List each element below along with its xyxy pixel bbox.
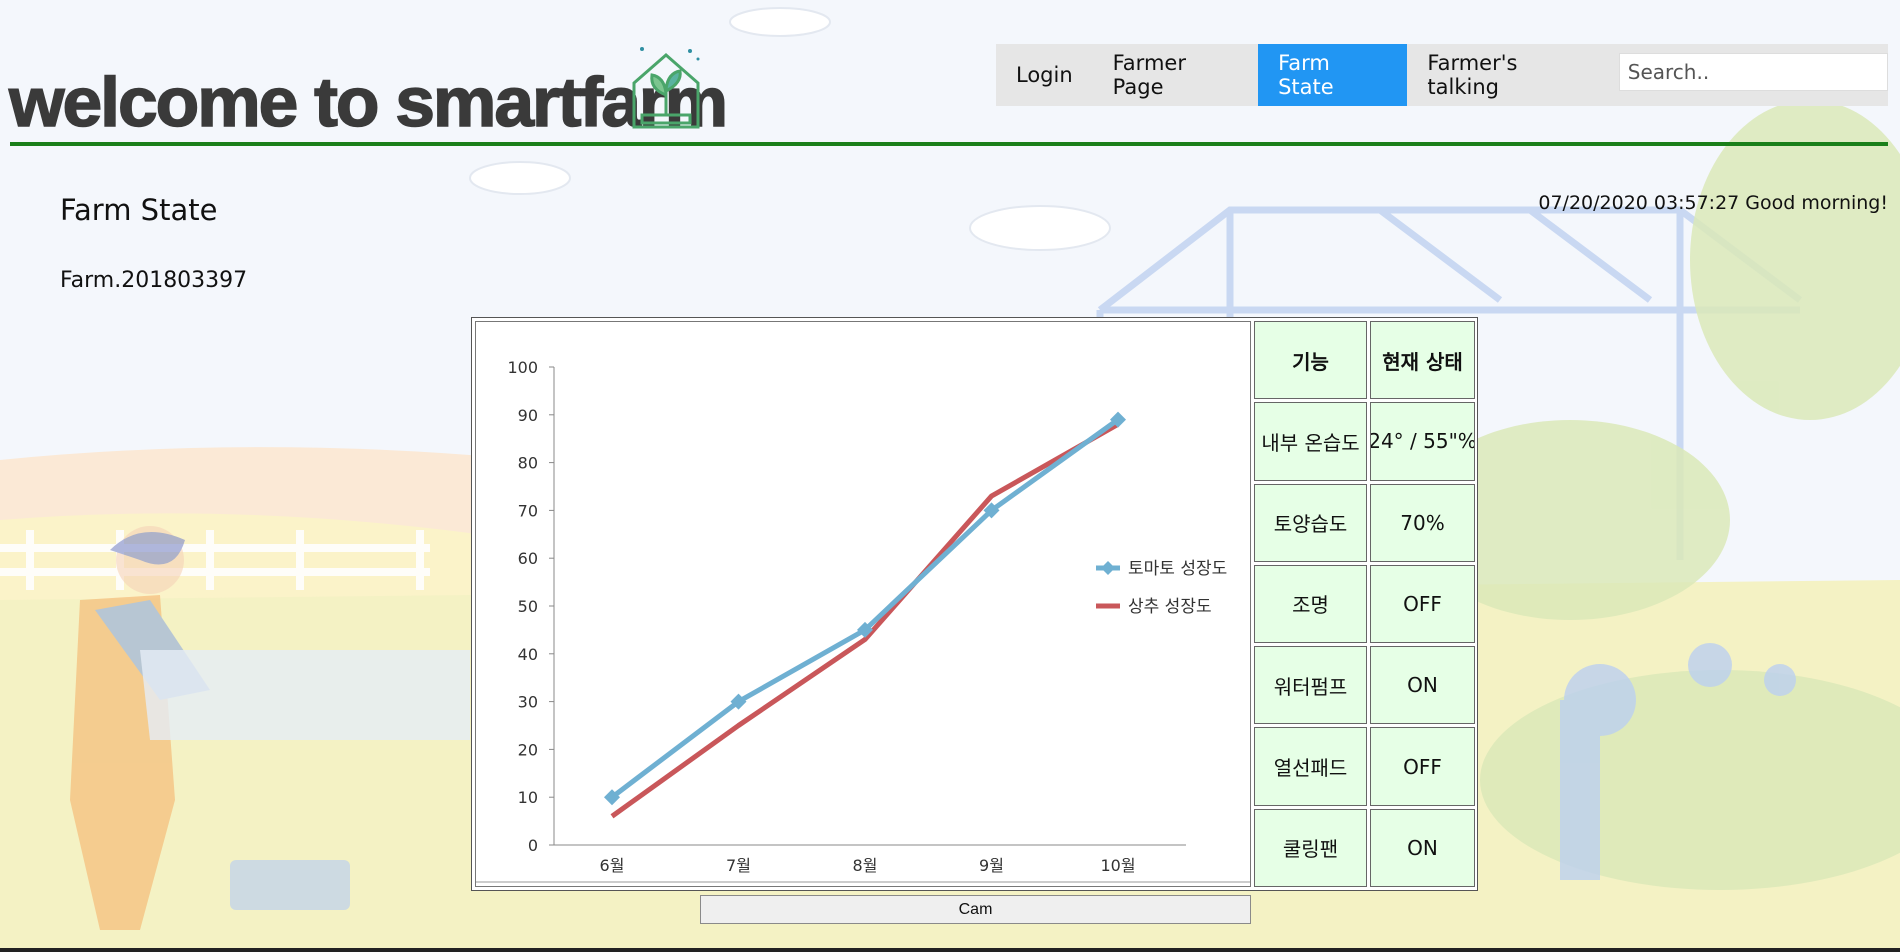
- nav-farm-state[interactable]: Farm State: [1258, 44, 1408, 106]
- legend-marker: [1101, 561, 1115, 575]
- y-tick-label: 70: [518, 501, 538, 520]
- row-value-water-pump: ON: [1370, 646, 1475, 725]
- legend-label: 토마토 성장도: [1128, 559, 1227, 579]
- x-tick-label: 9월: [979, 856, 1004, 875]
- x-tick-label: 6월: [600, 856, 625, 875]
- row-value-heating-pad: OFF: [1370, 727, 1475, 806]
- greeting-text: Good morning!: [1745, 192, 1888, 214]
- series-line-tomato: [610, 417, 1120, 800]
- y-tick-label: 20: [518, 740, 538, 759]
- header-function: 기능: [1254, 321, 1367, 400]
- nav-login[interactable]: Login: [996, 44, 1093, 106]
- row-label-lighting: 조명: [1254, 564, 1367, 644]
- row-label-heating-pad: 열선패드: [1254, 727, 1367, 806]
- row-value-inner-temp-humidity: 24° / 55"%: [1370, 402, 1475, 481]
- legend-label: 상추 성장도: [1128, 597, 1212, 617]
- row-label-cooling-fan: 쿨링팬: [1254, 808, 1367, 887]
- x-tick-label: 7월: [726, 856, 751, 875]
- farm-id: Farm.201803397: [60, 268, 248, 293]
- y-tick-label: 50: [518, 597, 538, 616]
- page-title: Farm State: [60, 193, 218, 227]
- row-label-inner-temp-humidity: 내부 온습도: [1254, 402, 1367, 481]
- search-input[interactable]: [1618, 53, 1888, 91]
- device-status-grid: 기능 현재 상태 내부 온습도 24° / 55"% 토양습도 70% 조명 O…: [1254, 321, 1476, 887]
- y-tick-label: 80: [518, 454, 538, 473]
- current-datetime: 07/20/2020 03:57:27: [1538, 192, 1740, 214]
- growth-line-chart: 0 10 20 30 40 50 60 70 80 90 100 6월 7월 8월 9월 10월 토마토 성장도…: [476, 358, 1250, 883]
- nav-farmers-talking[interactable]: Farmer's talking: [1407, 44, 1608, 106]
- y-tick-label: 30: [518, 693, 538, 712]
- header-divider: [10, 142, 1888, 146]
- site-title[interactable]: welcome to smartfarm: [8, 62, 729, 142]
- series-line-lettuce: [610, 422, 1120, 819]
- y-tick-label: 60: [518, 549, 538, 568]
- row-value-soil-moisture: 70%: [1370, 483, 1475, 562]
- row-value-lighting: OFF: [1370, 564, 1475, 644]
- growth-chart-cell: 0 10 20 30 40 50 60 70 80 90 100 6월 7월 8월 9월 10월 토마토 성장도…: [475, 321, 1251, 887]
- x-tick-label: 10월: [1100, 856, 1135, 875]
- cam-button[interactable]: Cam: [700, 895, 1251, 924]
- top-navbar: Login Farmer Page Farm State Farmer's ta…: [996, 44, 1888, 106]
- y-tick-label: 100: [507, 358, 538, 377]
- clock-greeting: 07/20/2020 03:57:27 Good morning!: [1538, 192, 1888, 214]
- x-tick-label: 8월: [853, 856, 878, 875]
- row-label-water-pump: 워터펌프: [1254, 646, 1367, 725]
- nav-farmer-page[interactable]: Farmer Page: [1093, 44, 1258, 106]
- header-current-state: 현재 상태: [1370, 321, 1475, 400]
- y-tick-label: 0: [528, 836, 538, 855]
- y-tick-label: 40: [518, 645, 538, 664]
- row-value-cooling-fan: ON: [1370, 808, 1475, 887]
- bottom-border: [0, 948, 1900, 952]
- y-tick-label: 90: [518, 406, 538, 425]
- row-label-soil-moisture: 토양습도: [1254, 483, 1367, 562]
- y-tick-label: 10: [518, 788, 538, 807]
- greenhouse-plant-icon: [632, 47, 700, 129]
- farm-state-table: 0 10 20 30 40 50 60 70 80 90 100 6월 7월 8월 9월 10월 토마토 성장도…: [471, 317, 1478, 891]
